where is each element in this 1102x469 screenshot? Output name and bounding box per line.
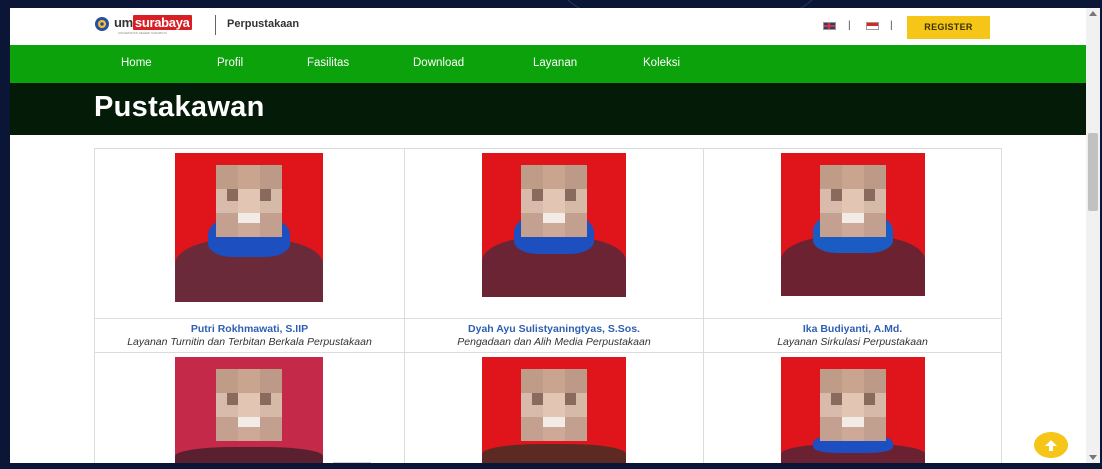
university-emblem-icon [95,17,109,31]
page-title: Pustakawan [94,91,265,123]
logo-prefix: um [114,15,133,30]
logo-subtitle: UNIVERSITAS NEGERI SURABAYA [118,31,167,35]
arrow-up-stem [1049,445,1053,451]
staff-card [704,353,1001,463]
vertical-scrollbar[interactable] [1086,8,1100,463]
nav-download[interactable]: Download [413,57,464,69]
site-name: Perpustakaan [227,18,300,30]
site-header: um surabaya UNIVERSITAS NEGERI SURABAYA P… [10,8,1086,45]
staff-card [95,353,404,463]
main-nav: Home Profil Fasilitas Download Layanan K… [10,45,1086,83]
page-title-band: Pustakawan [10,83,1086,135]
scroll-up-icon[interactable] [1089,11,1097,16]
staff-photo [781,357,925,463]
staff-card: Ika Budiyanti, A.Md. Layanan Sirkulasi P… [704,149,1001,352]
staff-card: Dyah Ayu Sulistyaningtyas, S.Sos. Pengad… [405,149,703,352]
indonesian-flag-icon[interactable] [866,22,879,30]
register-button[interactable]: REGISTER [907,16,990,39]
scroll-down-icon[interactable] [1089,455,1097,460]
nav-profil[interactable]: Profil [217,57,243,69]
staff-card: Putri Rokhmawati, S.IIP Layanan Turnitin… [95,149,404,352]
header-divider [215,15,216,35]
logo-brand: surabaya [132,15,192,30]
staff-photo [482,357,626,463]
staff-photo [482,153,626,297]
staff-role: Layanan Sirkulasi Perpustakaan [777,336,928,348]
nav-fasilitas[interactable]: Fasilitas [307,57,349,69]
staff-grid: Putri Rokhmawati, S.IIP Layanan Turnitin… [94,148,1002,463]
horizontal-scroll-hint [333,462,371,463]
staff-photo [175,153,323,302]
browser-viewport: um surabaya UNIVERSITAS NEGERI SURABAYA P… [10,8,1100,463]
english-flag-icon[interactable] [823,22,836,30]
staff-name[interactable]: Putri Rokhmawati, S.IIP [95,323,404,335]
scrollbar-thumb[interactable] [1088,133,1098,211]
staff-role: Layanan Turnitin dan Terbitan Berkala Pe… [127,336,372,348]
lang-separator: | [848,20,851,31]
site-logo[interactable]: um surabaya [114,15,192,30]
lang-separator: | [890,20,893,31]
staff-photo [175,357,323,463]
staff-photo [781,153,925,296]
back-to-top-button[interactable] [1034,432,1068,458]
nav-koleksi[interactable]: Koleksi [643,57,680,69]
nav-home[interactable]: Home [121,57,152,69]
staff-name[interactable]: Ika Budiyanti, A.Md. [704,323,1001,335]
staff-role: Pengadaan dan Alih Media Perpustakaan [457,336,651,348]
staff-name[interactable]: Dyah Ayu Sulistyaningtyas, S.Sos. [405,323,703,335]
staff-card [405,353,703,463]
nav-layanan[interactable]: Layanan [533,57,577,69]
